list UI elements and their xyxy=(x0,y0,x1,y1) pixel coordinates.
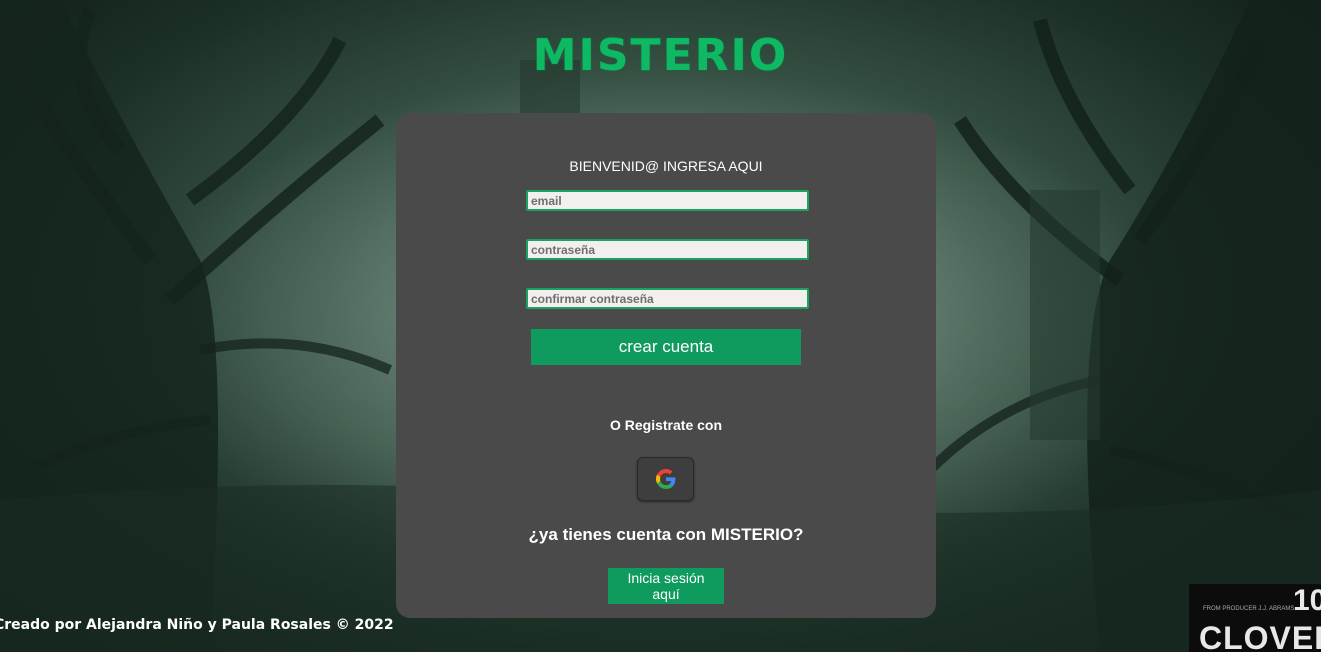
google-signin-button[interactable] xyxy=(637,457,694,501)
footer-credit: Creado por Alejandra Niño y Paula Rosale… xyxy=(0,617,394,633)
logo: MISTERIO xyxy=(532,30,789,81)
register-with-text: O Registrate con xyxy=(609,417,723,433)
poster-producer-text: FROM PRODUCER J.J. ABRAMS xyxy=(1203,606,1295,612)
login-button[interactable]: Inicia sesión aquí xyxy=(608,568,724,604)
email-field[interactable] xyxy=(526,190,809,211)
create-account-button[interactable]: crear cuenta xyxy=(531,329,801,365)
signup-card: BIENVENID@ INGRESA AQUI crear cuenta O R… xyxy=(396,113,936,618)
poster-title: CLOVER xyxy=(1199,620,1321,652)
confirm-password-field[interactable] xyxy=(526,288,809,309)
google-icon xyxy=(655,469,675,489)
password-field[interactable] xyxy=(526,239,809,260)
has-account-text: ¿ya tienes cuenta con MISTERIO? xyxy=(528,525,804,544)
welcome-heading: BIENVENID@ INGRESA AQUI xyxy=(569,158,763,174)
movie-poster: FROM PRODUCER J.J. ABRAMS 10 CLOVER xyxy=(1189,584,1321,652)
poster-number: 10 xyxy=(1293,584,1321,617)
